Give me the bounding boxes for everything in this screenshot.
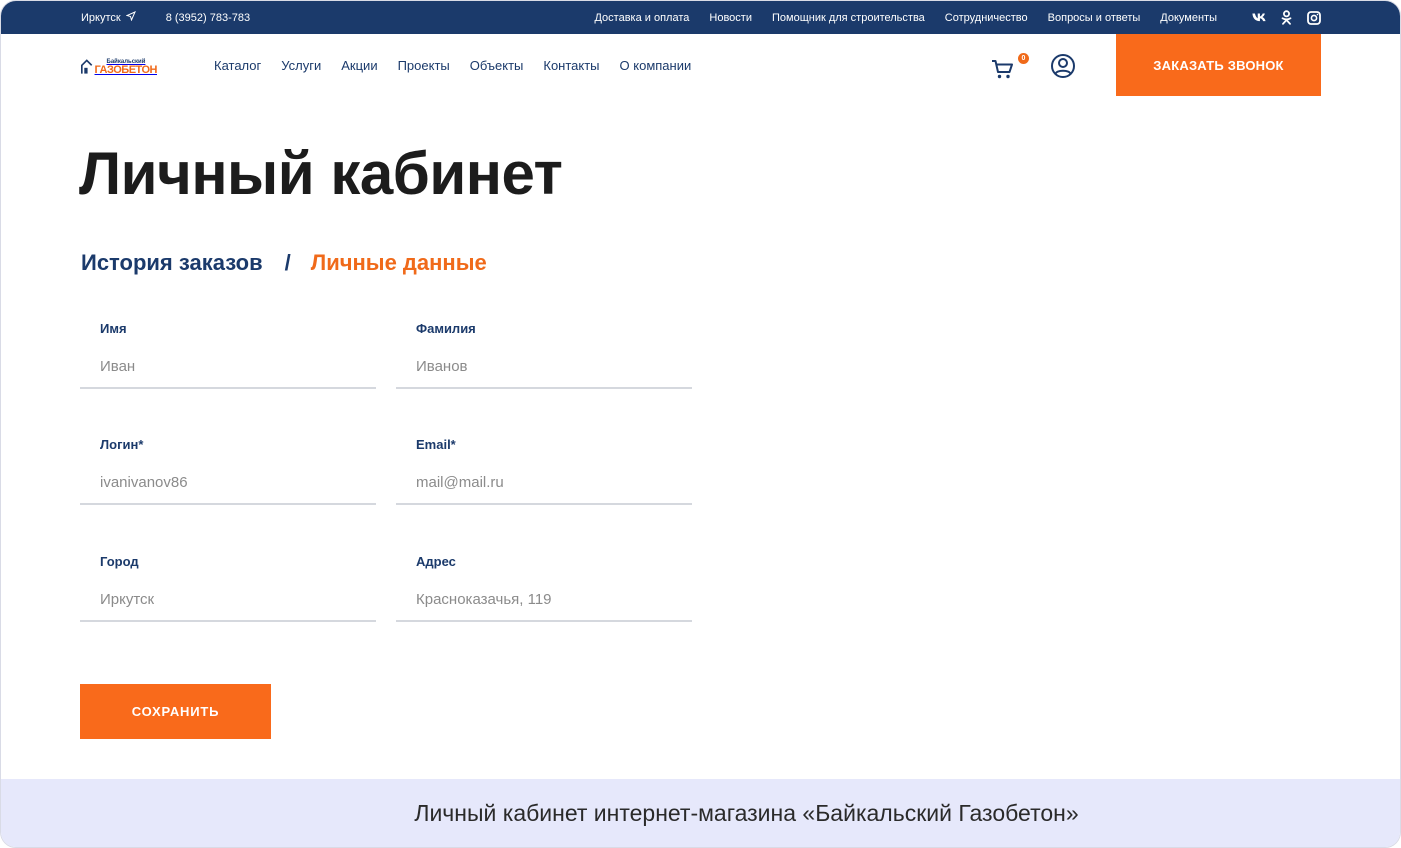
city-selector[interactable]: Иркутск: [81, 11, 136, 24]
logo-text: Байкальский ГАЗОБЕТОН: [94, 59, 158, 76]
main-header: Байкальский ГАЗОБЕТОН Каталог Услуги Акц…: [1, 34, 1400, 96]
nav-catalog[interactable]: Каталог: [214, 58, 261, 73]
save-button[interactable]: СОХРАНИТЬ: [80, 684, 271, 739]
city-field[interactable]: [80, 578, 376, 622]
house-logo-icon: [81, 59, 93, 74]
vk-icon[interactable]: [1252, 10, 1267, 25]
first-name-field[interactable]: [80, 345, 376, 389]
top-link-cooperation[interactable]: Сотрудничество: [945, 12, 1028, 24]
login-label: Логин*: [100, 437, 144, 452]
odnoklassniki-icon[interactable]: [1279, 10, 1294, 25]
caption-text: Личный кабинет интернет-магазина «Байкал…: [414, 799, 1079, 826]
phone-link[interactable]: 8 (3952) 783-783: [166, 12, 250, 24]
top-link-faq[interactable]: Вопросы и ответы: [1048, 12, 1141, 24]
city-group: Город: [80, 550, 376, 626]
cart-button[interactable]: 0: [991, 53, 1031, 81]
address-field[interactable]: [396, 578, 692, 622]
account-tabs: История заказов / Личные данные: [81, 249, 487, 277]
address-group: Адрес: [396, 550, 692, 626]
nav-objects[interactable]: Объекты: [470, 58, 524, 73]
top-bar-links: Доставка и оплата Новости Помощник для с…: [594, 1, 1217, 34]
login-field[interactable]: [80, 461, 376, 505]
nav-contacts[interactable]: Контакты: [543, 58, 599, 73]
email-label: Email*: [416, 437, 456, 452]
top-bar-left: Иркутск 8 (3952) 783-783: [81, 1, 250, 34]
cart-count-badge: 0: [1018, 53, 1029, 64]
user-profile-icon: [1051, 54, 1075, 78]
account-button[interactable]: [1050, 53, 1076, 79]
social-links: [1252, 1, 1321, 34]
caption-bar: Личный кабинет интернет-магазина «Байкал…: [1, 779, 1400, 847]
instagram-icon[interactable]: [1306, 10, 1321, 25]
first-name-group: Имя: [80, 317, 376, 393]
top-link-delivery[interactable]: Доставка и оплата: [594, 12, 689, 24]
nav-about[interactable]: О компании: [620, 58, 692, 73]
logo[interactable]: Байкальский ГАЗОБЕТОН: [81, 54, 158, 76]
page-title: Личный кабинет: [79, 140, 563, 207]
tab-order-history[interactable]: История заказов: [81, 249, 263, 277]
nav-services[interactable]: Услуги: [281, 58, 321, 73]
top-link-news[interactable]: Новости: [709, 12, 752, 24]
cart-icon: [992, 60, 1013, 79]
main-nav: Каталог Услуги Акции Проекты Объекты Кон…: [214, 34, 691, 96]
top-bar: Иркутск 8 (3952) 783-783 Доставка и опла…: [1, 1, 1400, 34]
top-link-assistant[interactable]: Помощник для строительства: [772, 12, 925, 24]
address-label: Адрес: [416, 554, 456, 569]
last-name-group: Фамилия: [396, 317, 692, 393]
order-call-button[interactable]: ЗАКАЗАТЬ ЗВОНОК: [1116, 34, 1321, 96]
nav-promotions[interactable]: Акции: [341, 58, 377, 73]
last-name-label: Фамилия: [416, 321, 476, 336]
top-link-documents[interactable]: Документы: [1160, 12, 1217, 24]
tab-personal-data[interactable]: Личные данные: [311, 249, 487, 277]
city-label: Иркутск: [81, 11, 121, 24]
page-frame: Иркутск 8 (3952) 783-783 Доставка и опла…: [0, 0, 1401, 848]
logo-big-text: ГАЗОБЕТОН: [94, 64, 158, 76]
tab-separator: /: [284, 250, 291, 275]
nav-projects[interactable]: Проекты: [398, 58, 450, 73]
location-arrow-icon: [125, 11, 136, 24]
first-name-label: Имя: [100, 321, 127, 336]
last-name-field[interactable]: [396, 345, 692, 389]
email-field[interactable]: [396, 461, 692, 505]
city-label: Город: [100, 554, 139, 569]
email-group: Email*: [396, 433, 692, 509]
login-group: Логин*: [80, 433, 376, 509]
